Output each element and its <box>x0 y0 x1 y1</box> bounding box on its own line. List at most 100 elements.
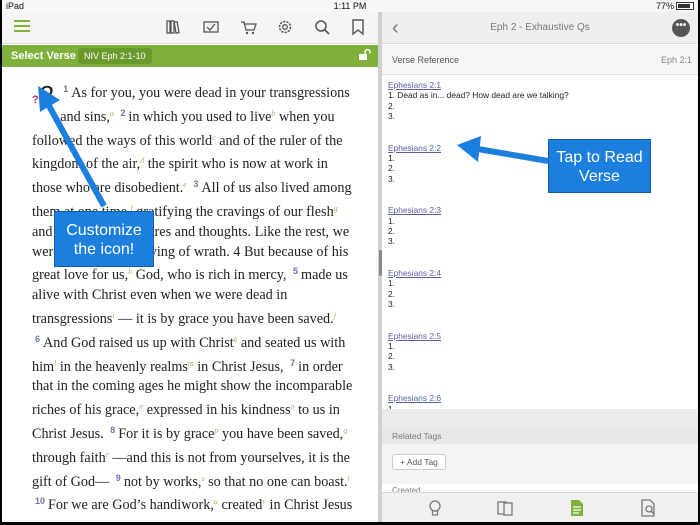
verse-number[interactable]: 2 <box>120 108 125 118</box>
verse-number[interactable]: 1 <box>63 84 68 94</box>
verse-text: expressed in his kindness <box>146 402 291 419</box>
lightbulb-icon[interactable] <box>426 499 444 517</box>
question-line[interactable]: 2. <box>388 226 688 236</box>
verse-number[interactable]: 10 <box>35 496 45 506</box>
verse-reference-value[interactable]: Eph 2:1 <box>661 55 692 65</box>
battery-percent: 77% <box>655 1 674 11</box>
footnote-marker[interactable]: c <box>212 133 216 142</box>
question-line[interactable]: 3. <box>388 362 688 372</box>
footnote-marker[interactable]: k <box>234 335 238 344</box>
question-line[interactable]: 1. <box>388 341 688 351</box>
footnote-marker[interactable]: a <box>110 109 114 118</box>
verse-link[interactable]: Ephesians 2:5 <box>388 331 688 341</box>
more-icon[interactable]: ••• <box>672 19 690 37</box>
footnote-marker[interactable]: l <box>54 359 56 368</box>
verse-select-bar: Select Verse NIV Eph 2:1-10 <box>2 45 378 67</box>
verse-text: not by works, <box>123 473 202 490</box>
question-line[interactable]: 2. <box>388 101 688 111</box>
footnote-marker[interactable]: p <box>214 426 218 435</box>
verse-text: created <box>221 497 263 514</box>
footnote-marker[interactable]: w <box>134 521 139 522</box>
select-verse-button[interactable]: Select Verse <box>11 50 76 62</box>
verse-link[interactable]: Ephesians 2:1 <box>388 80 688 90</box>
verse-number[interactable]: 9 <box>116 473 121 483</box>
question-line[interactable]: 1. Dead as in... dead? How dead are we t… <box>388 90 688 100</box>
verse-text: which <box>143 521 178 522</box>
question-group: Ephesians 2:5 1. 2. 3. <box>388 331 688 373</box>
battery-status: 77% <box>656 1 694 11</box>
verse-text: And God raised us up with Christ <box>43 334 234 351</box>
footnote-marker[interactable]: j <box>334 311 336 320</box>
question-line[interactable]: 3. <box>388 299 688 309</box>
verse-text: through faith <box>32 449 106 466</box>
footnote-marker[interactable]: m <box>188 359 194 368</box>
reading-plan-icon[interactable] <box>201 18 221 38</box>
footnote-marker[interactable]: v <box>262 497 266 506</box>
verse-reference-bar: Verse Reference Eph 2:1 <box>382 45 698 75</box>
verse-link[interactable]: Ephesians 2:6 <box>388 393 688 403</box>
verse-text: you have been saved, <box>221 425 344 442</box>
verse-text: For we are God’s handiwork, <box>48 497 214 514</box>
verse-text: God, who is rich in mercy, <box>135 267 287 284</box>
scripture-text[interactable]: ?2 1 As for you, you were dead in your tr… <box>32 80 354 522</box>
bookmark-icon[interactable] <box>348 18 368 38</box>
verse-reference-label: Verse Reference <box>392 55 460 65</box>
footnote-marker[interactable]: i <box>112 311 114 320</box>
question-line[interactable]: 3. <box>388 111 688 121</box>
question-group: Ephesians 2:3 1. 2. 3. <box>388 205 688 247</box>
notes-header: ‹ Eph 2 - Exhaustive Qs ••• <box>382 12 698 44</box>
callout-tap: Tap to Read Verse <box>548 139 651 193</box>
question-line[interactable]: 2. <box>388 289 688 299</box>
question-icon[interactable]: ? <box>32 94 39 106</box>
question-line[interactable]: 2. <box>388 351 688 361</box>
document-icon[interactable] <box>568 499 586 517</box>
footnote-marker[interactable]: u <box>214 497 218 506</box>
question-line[interactable]: 1. <box>388 278 688 288</box>
notes-spacer <box>382 409 698 428</box>
footnote-marker[interactable]: h <box>128 267 132 276</box>
notes-title: Eph 2 - Exhaustive Qs <box>490 22 590 33</box>
verse-text: in Christ Jesus, <box>197 358 284 375</box>
question-line[interactable]: 3. <box>388 236 688 246</box>
status-time: 1:11 PM <box>333 1 367 11</box>
cart-icon[interactable] <box>238 18 258 38</box>
footnote-marker[interactable]: n <box>139 402 143 411</box>
verse-text: in the heavenly realms <box>59 358 188 375</box>
verse-number[interactable]: 8 <box>110 425 115 435</box>
verse-text: in which you used to live <box>128 108 272 125</box>
footnote-marker[interactable]: d <box>140 156 144 165</box>
question-line[interactable]: 1. <box>388 216 688 226</box>
battery-icon <box>676 2 694 10</box>
menu-icon[interactable] <box>12 18 32 38</box>
verse-text: so that no one can boast. <box>208 473 348 490</box>
verse-number[interactable]: 5 <box>293 266 298 276</box>
verse-number[interactable]: 7 <box>290 358 295 368</box>
footnote-marker[interactable]: o <box>291 402 295 411</box>
footnote-marker[interactable]: e <box>183 180 187 189</box>
footnote-marker[interactable]: r <box>106 450 109 459</box>
add-tag-button[interactable]: + Add Tag <box>392 454 446 470</box>
footnote-marker[interactable]: s <box>201 474 204 483</box>
question-group: Ephesians 2:4 1. 2. 3. <box>388 268 688 310</box>
footnote-marker[interactable]: t <box>348 474 350 483</box>
footnote-marker[interactable]: b <box>271 109 275 118</box>
verse-number[interactable]: 3 <box>193 179 198 189</box>
unlock-icon[interactable] <box>358 48 372 64</box>
chapter-digit: 2 <box>39 80 55 110</box>
verse-link[interactable]: Ephesians 2:3 <box>388 205 688 215</box>
search-icon[interactable] <box>312 18 332 38</box>
verse-text: — it is by grace you have been saved. <box>118 310 334 327</box>
gear-icon[interactable] <box>275 18 295 38</box>
resources-icon[interactable] <box>496 499 514 517</box>
reference-badge[interactable]: NIV Eph 2:1-10 <box>78 48 152 64</box>
related-tags-header: Related Tags <box>382 428 698 444</box>
verse-number[interactable]: 6 <box>35 334 40 344</box>
library-icon[interactable] <box>164 18 184 38</box>
search-document-icon[interactable] <box>640 499 658 517</box>
footnote-marker[interactable]: g <box>334 204 338 213</box>
bible-toolbar <box>2 12 378 44</box>
verse-text: gratifying the cravings of our flesh <box>136 203 334 220</box>
related-tags-label: Related Tags <box>392 431 442 441</box>
verse-link[interactable]: Ephesians 2:4 <box>388 268 688 278</box>
footnote-marker[interactable]: q <box>343 426 347 435</box>
